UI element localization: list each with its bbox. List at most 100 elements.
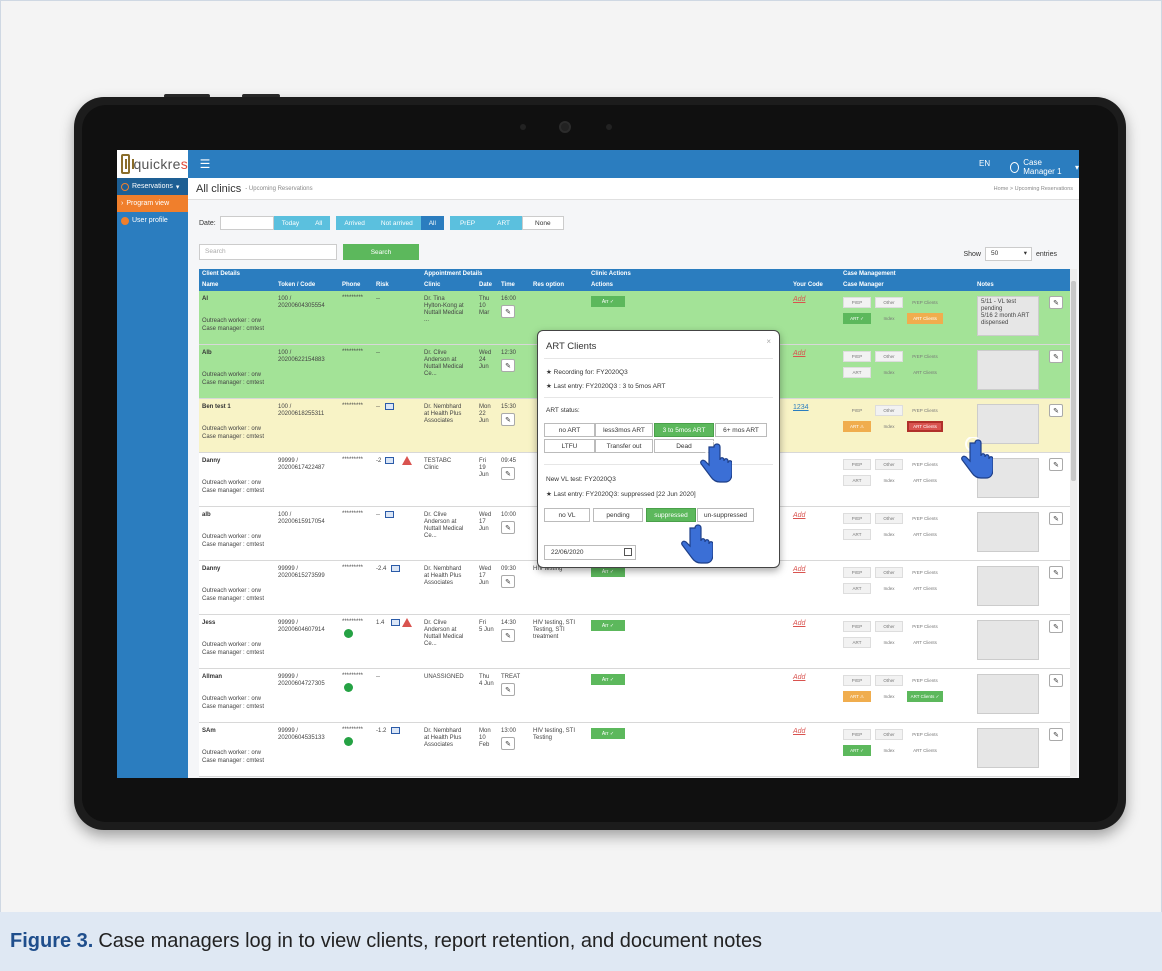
notes-textarea[interactable]: [977, 566, 1039, 606]
arrived-button[interactable]: Arr ✓: [591, 674, 625, 685]
col-res-option[interactable]: Res option: [533, 282, 564, 288]
sidebar-item-user-profile[interactable]: User profile: [117, 212, 188, 229]
art-clients-button[interactable]: ART Clients: [907, 475, 943, 486]
art-option-6plus[interactable]: 6+ mos ART: [715, 423, 767, 437]
your-code[interactable]: Add: [793, 512, 805, 519]
art-clients-button[interactable]: ART Clients: [907, 313, 943, 324]
edit-time-button[interactable]: ✎: [501, 737, 515, 750]
your-code[interactable]: Add: [793, 620, 805, 627]
user-menu[interactable]: Case Manager 1 ▾: [1010, 158, 1079, 176]
prep-clients-button[interactable]: PrEP Clients: [907, 621, 943, 632]
edit-notes-button[interactable]: ✎: [1049, 512, 1063, 525]
edit-time-button[interactable]: ✎: [501, 359, 515, 372]
whatsapp-icon[interactable]: [344, 683, 353, 692]
col-case-manager[interactable]: Case Manager: [843, 282, 884, 288]
col-time[interactable]: Time: [501, 282, 515, 288]
other-button[interactable]: Other: [875, 729, 903, 740]
your-code[interactable]: Add: [793, 728, 805, 735]
language-selector[interactable]: EN: [979, 159, 990, 168]
prep-clients-button[interactable]: PrEP Clients: [907, 405, 943, 416]
prep-clients-button[interactable]: PrEP Clients: [907, 513, 943, 524]
your-code[interactable]: Add: [793, 674, 805, 681]
edit-notes-button[interactable]: ✎: [1049, 350, 1063, 363]
whatsapp-icon[interactable]: [344, 737, 353, 746]
message-icon[interactable]: [385, 403, 394, 410]
edit-notes-button[interactable]: ✎: [1049, 728, 1063, 741]
col-name[interactable]: Name: [202, 282, 218, 288]
filter-prep[interactable]: PrEP: [449, 216, 486, 230]
art-button[interactable]: ART: [843, 475, 871, 486]
message-icon[interactable]: [391, 565, 400, 572]
col-date[interactable]: Date: [479, 282, 492, 288]
other-button[interactable]: Other: [875, 567, 903, 578]
table-row[interactable]: SAm Outreach worker : orw Case manager : c…: [199, 723, 1070, 777]
edit-time-button[interactable]: ✎: [501, 305, 515, 318]
index-button[interactable]: Index: [875, 475, 903, 486]
client-name[interactable]: Ben test 1: [202, 404, 231, 411]
other-button[interactable]: Other: [875, 297, 903, 308]
col-risk[interactable]: Risk: [376, 282, 389, 288]
edit-notes-button[interactable]: ✎: [1049, 620, 1063, 633]
edit-time-button[interactable]: ✎: [501, 521, 515, 534]
client-name[interactable]: Jess: [202, 620, 215, 627]
filter-all-dates[interactable]: All: [307, 216, 331, 230]
prep-button[interactable]: PrEP: [843, 405, 871, 416]
edit-notes-button[interactable]: ✎: [1049, 296, 1063, 309]
notes-textarea[interactable]: [977, 728, 1039, 768]
art-option-ltfu[interactable]: LTFU: [544, 439, 595, 453]
scrollbar-thumb[interactable]: [1071, 281, 1076, 481]
edit-time-button[interactable]: ✎: [501, 629, 515, 642]
index-button[interactable]: Index: [875, 745, 903, 756]
filter-today[interactable]: Today: [273, 216, 308, 230]
art-button[interactable]: ART ✓: [843, 313, 871, 324]
filter-not-arrived[interactable]: Not arrived: [372, 216, 421, 230]
art-button[interactable]: ART: [843, 637, 871, 648]
calendar-icon[interactable]: [624, 548, 632, 556]
art-button[interactable]: ART ✓: [843, 745, 871, 756]
vl-option-no-vl[interactable]: no VL: [544, 508, 590, 522]
col-your-code[interactable]: Your Code: [793, 282, 823, 288]
art-clients-button[interactable]: ART Clients ✓: [907, 691, 943, 702]
prep-clients-button[interactable]: PrEP Clients: [907, 567, 943, 578]
other-button[interactable]: Other: [875, 513, 903, 524]
client-name[interactable]: Alb: [202, 350, 212, 357]
client-name[interactable]: alb: [202, 512, 211, 519]
date-input[interactable]: [219, 216, 274, 230]
art-button[interactable]: ART ⚠: [843, 421, 871, 432]
other-button[interactable]: Other: [875, 351, 903, 362]
filter-all-status[interactable]: All: [420, 216, 444, 230]
notes-textarea[interactable]: [977, 620, 1039, 660]
client-name[interactable]: SAm: [202, 728, 216, 735]
art-clients-button[interactable]: ART Clients: [907, 421, 943, 432]
arrived-button[interactable]: Arr ✓: [591, 296, 625, 307]
menu-toggle-icon[interactable]: ☰: [198, 157, 212, 171]
entries-select[interactable]: 50 ▾: [984, 247, 1032, 261]
prep-clients-button[interactable]: PrEP Clients: [907, 729, 943, 740]
art-button[interactable]: ART: [843, 583, 871, 594]
search-input[interactable]: Search: [199, 244, 337, 260]
client-name[interactable]: Danny: [202, 458, 220, 465]
art-button[interactable]: ART: [843, 367, 871, 378]
edit-time-button[interactable]: ✎: [501, 467, 515, 480]
filter-arrived[interactable]: Arrived: [336, 216, 373, 230]
col-clinic[interactable]: Clinic: [424, 282, 440, 288]
vl-option-pending[interactable]: pending: [593, 508, 643, 522]
vl-option-suppressed[interactable]: suppressed: [646, 508, 696, 522]
edit-notes-button[interactable]: ✎: [1049, 674, 1063, 687]
your-code[interactable]: Add: [793, 350, 805, 357]
table-scrollbar[interactable]: [1070, 269, 1077, 777]
prep-clients-button[interactable]: PrEP Clients: [907, 675, 943, 686]
index-button[interactable]: Index: [875, 637, 903, 648]
your-code[interactable]: Add: [793, 296, 805, 303]
art-clients-button[interactable]: ART Clients: [907, 367, 943, 378]
edit-time-button[interactable]: ✎: [501, 413, 515, 426]
prep-clients-button[interactable]: PrEP Clients: [907, 459, 943, 470]
prep-button[interactable]: PrEP: [843, 513, 871, 524]
sidebar-item-reservations[interactable]: Reservations ▾: [117, 178, 188, 195]
prep-clients-button[interactable]: PrEP Clients: [907, 297, 943, 308]
notes-textarea[interactable]: [977, 350, 1039, 390]
prep-button[interactable]: PrEP: [843, 351, 871, 362]
notes-textarea[interactable]: [977, 512, 1039, 552]
filter-none[interactable]: None: [522, 216, 564, 230]
index-button[interactable]: Index: [875, 583, 903, 594]
